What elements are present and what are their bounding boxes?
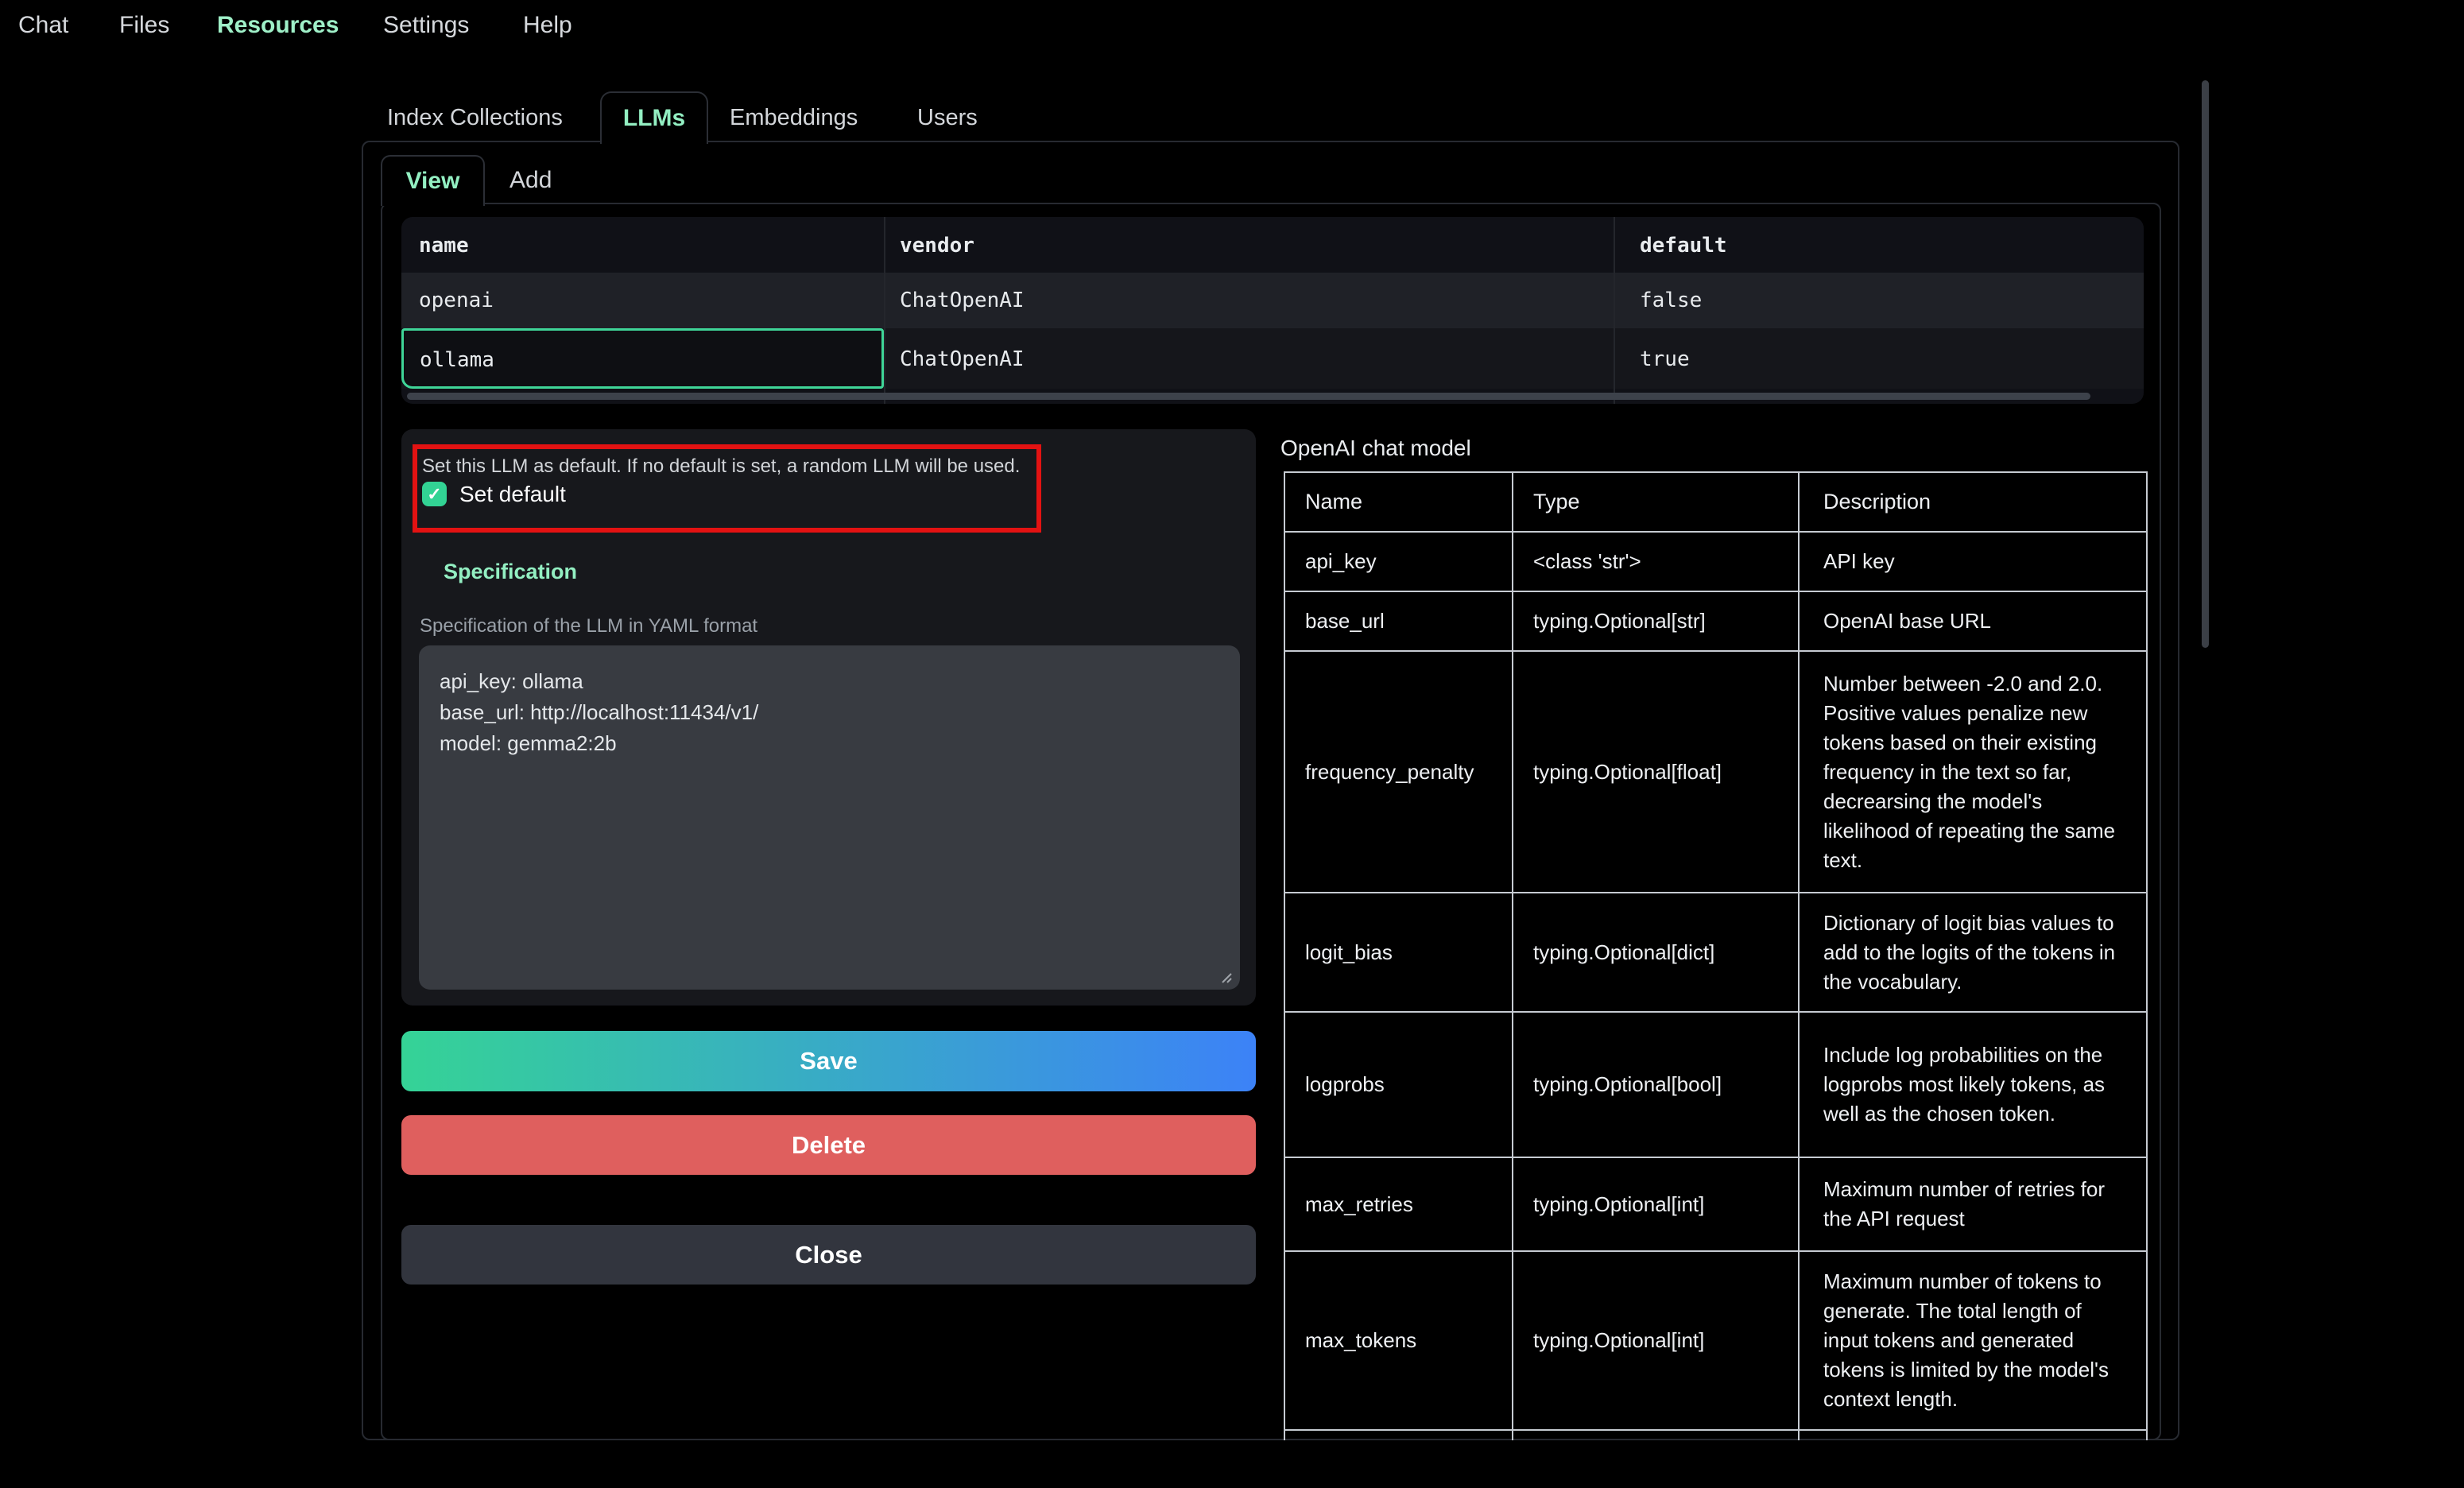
vertical-scrollbar[interactable] xyxy=(2202,80,2209,648)
checkmark-icon: ✓ xyxy=(427,484,441,505)
yaml-line: model: gemma2:2b xyxy=(440,728,1219,759)
llm-row-openai[interactable]: openai ChatOpenAI false xyxy=(401,273,2144,328)
llm-col-name: name xyxy=(419,234,469,258)
nav-item-settings[interactable]: Settings xyxy=(383,11,469,40)
llm-list-table: name vendor default openai ChatOpenAI fa… xyxy=(401,217,2144,404)
nav-item-chat[interactable]: Chat xyxy=(18,11,68,40)
horizontal-scrollbar[interactable] xyxy=(407,393,2090,400)
table-row: max_tokens typing.Optional[int] Maximum … xyxy=(1284,1251,2147,1430)
llm-col-default: default xyxy=(1640,234,1727,258)
param-description: OpenAI base URL xyxy=(1799,591,2147,651)
set-default-hint: Set this LLM as default. If no default i… xyxy=(422,455,1020,478)
tab-index-collections[interactable]: Index Collections xyxy=(387,104,563,131)
llm-row-ollama-selected-cell[interactable]: ollama xyxy=(401,328,884,389)
nav-item-files[interactable]: Files xyxy=(119,11,169,40)
resize-grip-icon[interactable] xyxy=(1218,969,1232,983)
param-type: typing.Optional[bool] xyxy=(1513,1012,1799,1157)
llm-row-ollama-default: true xyxy=(1640,347,1690,371)
param-description: API key xyxy=(1799,532,2147,591)
param-type: <class 'str'> xyxy=(1513,532,1799,591)
param-name: logit_bias xyxy=(1284,893,1513,1012)
model-col-type: Type xyxy=(1513,472,1799,532)
delete-button[interactable]: Delete xyxy=(401,1115,1256,1175)
param-type: typing.Optional[int] xyxy=(1513,1157,1799,1251)
table-row-clipped xyxy=(1284,1430,2147,1440)
yaml-line: api_key: ollama xyxy=(440,666,1219,697)
llm-row-openai-name: openai xyxy=(419,289,494,312)
set-default-label: Set default xyxy=(459,482,566,507)
llm-col-vendor: vendor xyxy=(900,234,974,258)
param-description: Maximum number of retries for the API re… xyxy=(1799,1157,2147,1251)
llm-row-openai-default: false xyxy=(1640,289,1702,312)
model-info-title: OpenAI chat model xyxy=(1280,436,1471,461)
subtab-view-label: View xyxy=(406,168,460,195)
table-row: max_retries typing.Optional[int] Maximum… xyxy=(1284,1157,2147,1251)
model-col-description: Description xyxy=(1799,472,2147,532)
close-button[interactable]: Close xyxy=(401,1225,1256,1285)
param-type: typing.Optional[dict] xyxy=(1513,893,1799,1012)
model-info-table: Name Type Description api_key <class 'st… xyxy=(1284,471,2150,1440)
param-type: typing.Optional[str] xyxy=(1513,591,1799,651)
table-row: api_key <class 'str'> API key xyxy=(1284,532,2147,591)
param-name: logprobs xyxy=(1284,1012,1513,1157)
tab-embeddings[interactable]: Embeddings xyxy=(730,104,858,131)
param-name: api_key xyxy=(1284,532,1513,591)
param-type: typing.Optional[float] xyxy=(1513,651,1799,893)
model-table-header: Name Type Description xyxy=(1284,472,2147,532)
nav-item-help[interactable]: Help xyxy=(523,11,572,40)
yaml-line: base_url: http://localhost:11434/v1/ xyxy=(440,697,1219,728)
set-default-checkbox[interactable]: ✓ xyxy=(422,482,447,506)
tab-llms-active[interactable]: LLMs xyxy=(600,91,708,144)
param-description: Maximum number of tokens to generate. Th… xyxy=(1799,1251,2147,1430)
llm-row-ollama-vendor: ChatOpenAI xyxy=(900,347,1025,371)
divider xyxy=(884,217,885,404)
specification-sublabel: Specification of the LLM in YAML format xyxy=(420,615,757,637)
table-row: frequency_penalty typing.Optional[float]… xyxy=(1284,651,2147,893)
param-name: max_retries xyxy=(1284,1157,1513,1251)
llm-row-ollama-name: ollama xyxy=(420,348,494,372)
param-name: frequency_penalty xyxy=(1284,651,1513,893)
param-description: Number between -2.0 and 2.0. Positive va… xyxy=(1799,651,2147,893)
llm-row-openai-vendor: ChatOpenAI xyxy=(900,289,1025,312)
llm-table-header-row: name vendor default xyxy=(401,217,2144,273)
tab-users[interactable]: Users xyxy=(917,104,978,131)
table-row: logit_bias typing.Optional[dict] Diction… xyxy=(1284,893,2147,1012)
nav-item-resources[interactable]: Resources xyxy=(217,11,339,40)
subtab-add[interactable]: Add xyxy=(509,167,552,194)
param-description: Include log probabilities on the logprob… xyxy=(1799,1012,2147,1157)
tab-llms-label: LLMs xyxy=(623,105,685,132)
yaml-spec-textarea[interactable]: api_key: ollama base_url: http://localho… xyxy=(419,645,1240,990)
table-row: logprobs typing.Optional[bool] Include l… xyxy=(1284,1012,2147,1157)
param-description: Dictionary of logit bias values to add t… xyxy=(1799,893,2147,1012)
subtab-view-active[interactable]: View xyxy=(381,155,485,206)
param-name: base_url xyxy=(1284,591,1513,651)
param-type: typing.Optional[int] xyxy=(1513,1251,1799,1430)
specification-heading: Specification xyxy=(444,560,577,584)
param-name: max_tokens xyxy=(1284,1251,1513,1430)
divider xyxy=(1614,217,1615,404)
model-col-name: Name xyxy=(1284,472,1513,532)
table-row: base_url typing.Optional[str] OpenAI bas… xyxy=(1284,591,2147,651)
save-button[interactable]: Save xyxy=(401,1031,1256,1091)
